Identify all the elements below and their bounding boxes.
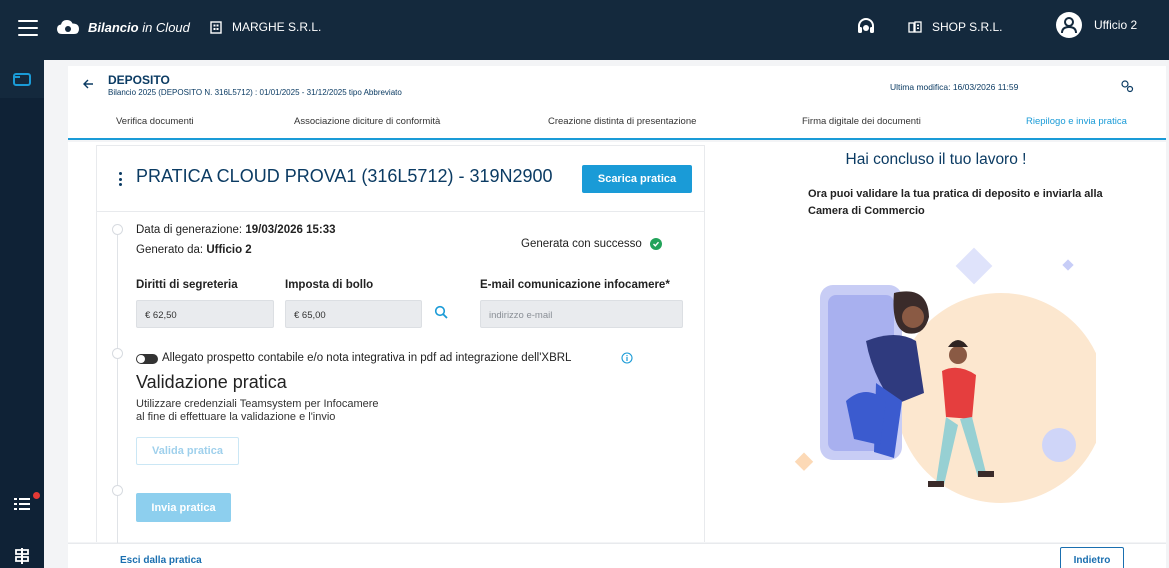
validation-description: Utilizzare credenziali Teamsystem per In… [136,398,379,423]
company-selector[interactable]: MARGHE S.R.L. [210,20,321,34]
summary-text: Ora puoi validare la tua pratica di depo… [808,188,1103,217]
avatar [1056,12,1082,38]
send-practice-button[interactable]: Invia pratica [136,493,231,522]
back-arrow-icon[interactable] [82,78,94,90]
user-menu[interactable]: Ufficio 2 [1056,12,1137,38]
tab-riepilogo-invia[interactable]: Riepilogo e invia pratica [1026,116,1127,127]
more-options-icon[interactable] [119,172,122,186]
practice-card: PRATICA CLOUD PROVA1 (316L5712) - 319N29… [96,145,705,543]
wizard-tabs: Verifica documenti Associazione diciture… [68,116,1166,136]
stamp-duty-field: € 65,00 [285,300,422,328]
footer-bar: Esci dalla pratica Indietro [68,543,1166,568]
support-headset-icon[interactable] [856,17,876,37]
download-practice-button[interactable]: Scarica pratica [582,165,692,193]
attachment-toggle-label: Allegato prospetto contabile e/o nota in… [162,352,572,364]
generation-date: Data di generazione: 19/03/2026 15:33 [136,224,336,236]
fees-label: Diritti di segreteria [136,279,238,291]
status-text: Generata con successo [521,238,642,250]
tab-firma-digitale[interactable]: Firma digitale dei documenti [802,116,921,127]
generation-status: Generata con successo [521,238,662,250]
brand-name: Bilancio [88,19,139,35]
email-label: E-mail comunicazione infocamere* [480,279,670,291]
validation-title: Validazione pratica [136,372,287,392]
signpost-icon[interactable] [12,546,32,566]
user-icon [1061,17,1077,34]
page-subtitle: Bilancio 2025 (DEPOSITO N. 316L5712) : 0… [108,88,402,97]
folder-icon [13,73,31,86]
company-name: MARGHE S.R.L. [232,20,322,34]
timeline-dot [112,348,123,359]
app-brand[interactable]: Bilancio in Cloud [56,18,190,36]
info-icon[interactable] [621,352,633,364]
search-icon[interactable] [434,305,448,319]
summary-title: Hai concluso il tuo lavoro ! [845,151,1027,168]
shop-name: SHOP S.R.L. [932,20,1003,34]
left-rail [0,60,44,568]
stamp-duty-label: Imposta di bollo [285,279,374,291]
fees-field: € 62,50 [136,300,274,328]
success-illustration [794,247,1096,503]
summary-pane: Hai concluso il tuo lavoro ! Ora puoi va… [706,145,1166,542]
practice-title: PRATICA CLOUD PROVA1 (316L5712) - 319N29… [136,166,553,186]
cloud-logo-icon [57,20,79,34]
page-title: DEPOSITO [108,73,170,87]
settings-gears-icon[interactable] [1120,79,1134,93]
shop-selector[interactable]: SHOP S.R.L. [908,20,1002,34]
brand-suffix: in Cloud [138,19,190,35]
page-header: DEPOSITO Bilancio 2025 (DEPOSITO N. 316L… [68,66,1166,140]
generated-by: Generato da: Ufficio 2 [136,244,252,256]
notification-badge [33,492,40,499]
building-icon [210,20,222,34]
back-button[interactable]: Indietro [1060,547,1124,568]
practice-card-header: PRATICA CLOUD PROVA1 (316L5712) - 319N29… [97,146,704,212]
timeline-dot [112,224,123,235]
attachment-toggle[interactable] [136,354,158,364]
email-input[interactable]: indirizzo e-mail [480,300,683,328]
menu-icon[interactable] [18,20,38,36]
exit-practice-link[interactable]: Esci dalla pratica [120,555,202,566]
rail-item-folder[interactable] [0,60,44,98]
timeline-dot [112,485,123,496]
validate-practice-button[interactable]: Valida pratica [136,437,239,465]
task-list-icon[interactable] [12,494,32,514]
success-check-icon [649,238,662,250]
top-bar: Bilancio in Cloud MARGHE S.R.L. SHOP S.R… [0,0,1169,60]
user-name: Ufficio 2 [1094,18,1138,32]
last-modified: Ultima modifica: 16/03/2026 11:59 [890,82,1019,92]
tab-creazione-distinta[interactable]: Creazione distinta di presentazione [548,116,696,127]
tab-associazione-diciture[interactable]: Associazione diciture di conformità [294,116,440,127]
shop-building-icon [908,21,922,33]
tab-verifica-documenti[interactable]: Verifica documenti [116,116,194,127]
